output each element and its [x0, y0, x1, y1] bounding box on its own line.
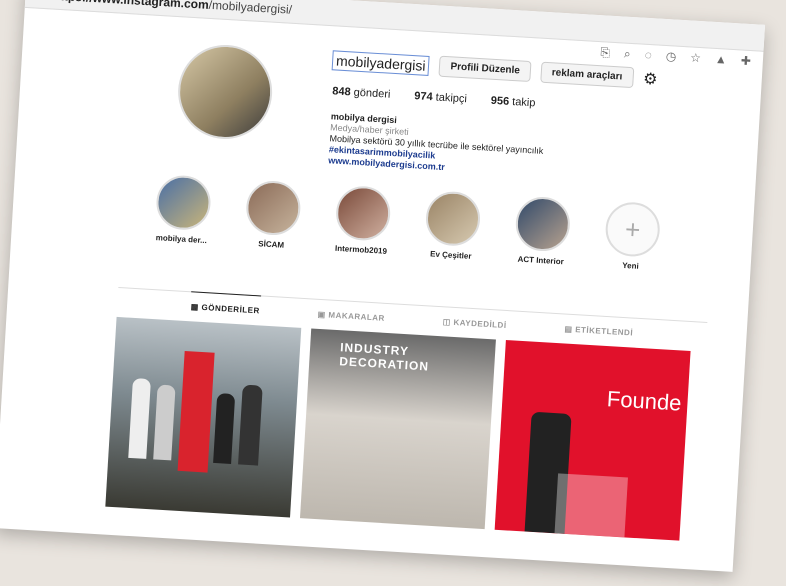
highlight-label: Yeni [622, 260, 640, 271]
photo-scene: 🔒 https://www.instagram.com/mobilyadergi… [0, 0, 786, 586]
highlight-item[interactable]: mobilya der... [151, 174, 215, 245]
stat-followers[interactable]: 974 takipçi [414, 90, 467, 105]
tab-posts[interactable]: ▦ GÖNDERİLER [190, 291, 261, 316]
profile-bio: mobilya dergisi Medya/haber şirketi Mobi… [328, 111, 631, 184]
profile-stats: 848 gönderi 974 takipçi 956 takip [332, 85, 536, 109]
plus-icon: + [604, 200, 662, 258]
post-person [128, 377, 151, 459]
highlight-label: Ev Çeşitler [429, 249, 472, 261]
lock-icon: 🔒 [35, 0, 47, 1]
post-person [153, 384, 176, 461]
url-text[interactable]: https://www.instagram.com/mobilyadergisi… [52, 0, 292, 17]
post-person [213, 393, 236, 464]
profile-avatar[interactable] [175, 42, 275, 142]
highlight-label: SİCAM [258, 239, 285, 250]
tab-saved[interactable]: ◫ KAYDEDİLDİ [442, 307, 507, 330]
story-highlights: mobilya der... SİCAM Intermob2019 Ev Çeş… [151, 174, 664, 272]
post-title: Founde [606, 386, 683, 416]
stat-following[interactable]: 956 takip [490, 95, 535, 110]
stat-posts[interactable]: 848 gönderi [332, 85, 391, 100]
highlight-label: ACT Interior [517, 254, 565, 267]
new-highlight-button[interactable]: + Yeni [600, 200, 664, 272]
highlight-cover [424, 190, 482, 248]
post-podium [554, 473, 628, 538]
highlight-label: mobilya der... [155, 233, 208, 246]
highlight-item[interactable]: SİCAM [241, 179, 305, 250]
post-title: INDUSTRY DECORATION [338, 340, 430, 374]
username: mobilyadergisi [331, 49, 431, 76]
highlight-item[interactable]: Ev Çeşitler [421, 190, 485, 261]
post-tile[interactable] [105, 316, 302, 518]
post-tile[interactable]: INDUSTRY DECORATION [299, 328, 496, 530]
browser-window: 🔒 https://www.instagram.com/mobilyadergi… [0, 0, 766, 572]
post-tile[interactable]: Founde [494, 340, 691, 541]
highlight-label: Intermob2019 [334, 243, 388, 256]
username-row: mobilyadergisi Profili Düzenle reklam ar… [331, 49, 659, 89]
post-banner [177, 351, 215, 473]
posts-grid: INDUSTRY DECORATION Founde [105, 316, 691, 541]
post-person [238, 384, 263, 466]
highlight-cover [154, 174, 213, 232]
highlight-cover [334, 184, 392, 242]
tab-reels[interactable]: ▣ MAKARALAR [317, 300, 385, 323]
highlight-item[interactable]: Intermob2019 [331, 184, 395, 256]
ad-tools-button[interactable]: reklam araçları [540, 61, 634, 89]
highlight-cover [514, 195, 572, 253]
edit-profile-button[interactable]: Profili Düzenle [438, 55, 532, 83]
highlight-cover [244, 179, 302, 237]
settings-gear-icon[interactable]: ⚙ [643, 68, 659, 89]
tab-tagged[interactable]: ▤ ETİKETLENDİ [564, 315, 634, 338]
highlight-item[interactable]: ACT Interior [510, 195, 574, 266]
